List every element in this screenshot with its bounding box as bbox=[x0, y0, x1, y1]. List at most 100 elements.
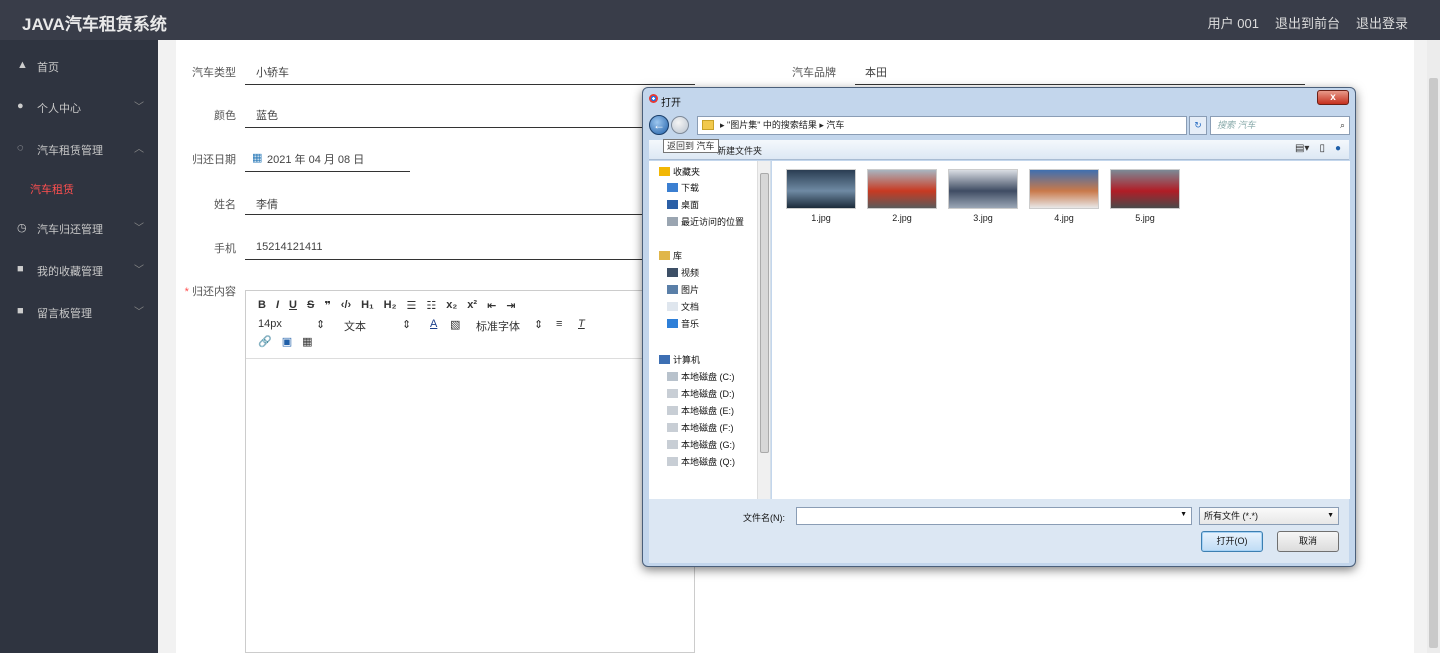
filetype-select[interactable]: 所有文件 (*.*) ▼ bbox=[1199, 507, 1339, 525]
dropdown-arrow-icon[interactable]: ▼ bbox=[1180, 511, 1187, 518]
tree-item-label: 最近访问的位置 bbox=[681, 217, 745, 227]
outdent-button[interactable]: ⇤ bbox=[487, 299, 496, 312]
exit-to-front-link[interactable]: 退出到前台 bbox=[1275, 13, 1340, 32]
sidebar-item-profile[interactable]: ● 个人中心 ﹀ bbox=[0, 85, 158, 125]
tree-item[interactable]: 本地磁盘 (Q:) bbox=[667, 455, 735, 468]
car-brand-label: 汽车品牌 bbox=[792, 67, 836, 79]
forward-button[interactable] bbox=[671, 116, 689, 134]
rich-text-editor[interactable]: B I U S ❞ ‹/› H₁ H₂ ☰ ☷ x₂ x² ⇤ ⇥ 14px ⇕… bbox=[245, 290, 695, 653]
car-type-field[interactable]: 小轿车 bbox=[256, 64, 289, 80]
filename-label: 文件名(N): bbox=[743, 513, 785, 523]
code-button[interactable]: ‹/› bbox=[341, 299, 351, 312]
font-color-icon[interactable]: A bbox=[430, 318, 450, 334]
file-item[interactable]: 1.jpg bbox=[786, 169, 856, 223]
page-scrollbar[interactable] bbox=[1427, 40, 1440, 653]
ordered-list-button[interactable]: ☰ bbox=[407, 299, 417, 312]
video-icon bbox=[667, 268, 678, 277]
tree-scrollbar[interactable] bbox=[757, 161, 770, 499]
sidebar-item-car-return-management[interactable]: ◷ 汽车归还管理 ﹀ bbox=[0, 206, 158, 246]
select-arrow-icon: ⇕ bbox=[316, 319, 326, 331]
color-field[interactable]: 蓝色 bbox=[256, 107, 278, 123]
tree-item[interactable]: 下载 bbox=[667, 181, 699, 194]
library-icon bbox=[659, 251, 670, 260]
superscript-button[interactable]: x² bbox=[467, 299, 477, 312]
sidebar-item-car-rental[interactable]: 汽车租赁 bbox=[0, 166, 158, 206]
tree-item-label: 音乐 bbox=[681, 319, 700, 329]
search-input[interactable]: 搜索 汽车 ⌕ bbox=[1210, 116, 1350, 135]
pictures-icon bbox=[667, 285, 678, 294]
phone-field[interactable]: 15214121411 bbox=[256, 241, 322, 253]
new-folder-button[interactable]: 新建文件夹 bbox=[717, 144, 762, 157]
refresh-button[interactable]: ↻ bbox=[1189, 116, 1207, 135]
tree-item[interactable]: 本地磁盘 (C:) bbox=[667, 370, 735, 383]
filename-input[interactable]: ▼ bbox=[796, 507, 1192, 525]
preview-pane-icon[interactable]: ▯ bbox=[1319, 143, 1325, 154]
tree-item[interactable]: 最近访问的位置 bbox=[667, 215, 744, 228]
sidebar-item-label: 个人中心 bbox=[37, 103, 81, 115]
tree-item[interactable]: 视频 bbox=[667, 266, 699, 279]
image-icon[interactable]: ▣ bbox=[282, 335, 292, 348]
strikethrough-button[interactable]: S bbox=[307, 299, 314, 312]
sidebar-item-favorites[interactable]: ■ 我的收藏管理 ﹀ bbox=[0, 248, 158, 288]
tree-item[interactable]: 桌面 bbox=[667, 198, 699, 211]
h2-button[interactable]: H₂ bbox=[384, 299, 397, 312]
name-field[interactable]: 李倩 bbox=[256, 196, 278, 212]
tree-item[interactable]: 本地磁盘 (D:) bbox=[667, 387, 735, 400]
return-date-field[interactable]: 2021 年 04 月 08 日 bbox=[267, 151, 364, 167]
tree-item[interactable]: 文档 bbox=[667, 300, 699, 313]
tree-item[interactable]: 图片 bbox=[667, 283, 699, 296]
logout-link[interactable]: 退出登录 bbox=[1356, 13, 1408, 32]
cancel-button[interactable]: 取消 bbox=[1277, 531, 1339, 552]
file-item[interactable]: 3.jpg bbox=[948, 169, 1018, 223]
tree-item[interactable]: 收藏夹 bbox=[659, 165, 700, 178]
sidebar-item-message-board[interactable]: ■ 留言板管理 ﹀ bbox=[0, 290, 158, 330]
h1-button[interactable]: H₁ bbox=[361, 299, 374, 312]
close-button[interactable]: x bbox=[1317, 90, 1349, 105]
back-tooltip: 返回到 汽车 bbox=[663, 139, 719, 153]
view-mode-icon[interactable]: ▤▾ bbox=[1295, 143, 1309, 154]
bullet-list-button[interactable]: ☷ bbox=[426, 299, 436, 312]
chevron-down-icon: ﹀ bbox=[134, 307, 144, 318]
file-item[interactable]: 2.jpg bbox=[867, 169, 937, 223]
message-icon: ■ bbox=[17, 305, 24, 317]
underline-button[interactable]: U bbox=[289, 299, 297, 312]
tree-item[interactable]: 库 bbox=[659, 249, 682, 262]
subscript-button[interactable]: x₂ bbox=[446, 299, 457, 312]
back-button[interactable]: ← bbox=[649, 115, 669, 135]
open-button[interactable]: 打开(O) bbox=[1201, 531, 1263, 552]
required-mark: * bbox=[184, 286, 189, 298]
tree-item-label: 下载 bbox=[681, 183, 700, 193]
tree-scrollbar-thumb[interactable] bbox=[760, 173, 769, 453]
text-style-select[interactable]: 文本 bbox=[344, 318, 402, 334]
font-family-select[interactable]: 标准字体 bbox=[476, 318, 534, 334]
video-icon[interactable]: ▦ bbox=[302, 335, 312, 348]
current-user[interactable]: 用户 001 bbox=[1208, 13, 1259, 32]
help-icon[interactable]: ● bbox=[1335, 143, 1341, 154]
file-item[interactable]: 5.jpg bbox=[1110, 169, 1180, 223]
sidebar-item-car-rental-management[interactable]: ◌ 汽车租赁管理 ︿ bbox=[0, 127, 158, 167]
tree-item[interactable]: 音乐 bbox=[667, 317, 699, 330]
file-thumbnail bbox=[786, 169, 856, 209]
file-item[interactable]: 4.jpg bbox=[1029, 169, 1099, 223]
background-color-icon[interactable]: ▧ bbox=[450, 318, 476, 334]
tree-item[interactable]: 本地磁盘 (E:) bbox=[667, 404, 734, 417]
sidebar-item-home[interactable]: ▲ 首页 bbox=[0, 44, 158, 84]
tree-item-label: 桌面 bbox=[681, 200, 700, 210]
filetype-value: 所有文件 (*.*) bbox=[1204, 511, 1259, 521]
address-bar[interactable]: ▸ "图片集" 中的搜索结果 ▸ 汽车 bbox=[697, 116, 1187, 135]
clear-format-icon[interactable]: T bbox=[578, 318, 585, 334]
align-icon[interactable]: ≡ bbox=[556, 318, 578, 334]
car-brand-field[interactable]: 本田 bbox=[865, 64, 887, 80]
tree-item[interactable]: 计算机 bbox=[659, 353, 700, 366]
link-icon[interactable]: 🔗 bbox=[258, 335, 272, 348]
font-size-select[interactable]: 14px bbox=[258, 318, 316, 334]
italic-button[interactable]: I bbox=[276, 299, 279, 312]
tree-item[interactable]: 本地磁盘 (G:) bbox=[667, 438, 735, 451]
bold-button[interactable]: B bbox=[258, 299, 266, 312]
tree-item-label: 视频 bbox=[681, 268, 700, 278]
tree-item[interactable]: 本地磁盘 (F:) bbox=[667, 421, 734, 434]
indent-button[interactable]: ⇥ bbox=[506, 299, 515, 312]
file-open-dialog: 打开 x ← ▸ "图片集" 中的搜索结果 ▸ 汽车 ↻ 搜索 汽车 ⌕ 新建文… bbox=[642, 87, 1356, 567]
blockquote-button[interactable]: ❞ bbox=[324, 299, 330, 312]
page-scrollbar-thumb[interactable] bbox=[1429, 78, 1438, 648]
